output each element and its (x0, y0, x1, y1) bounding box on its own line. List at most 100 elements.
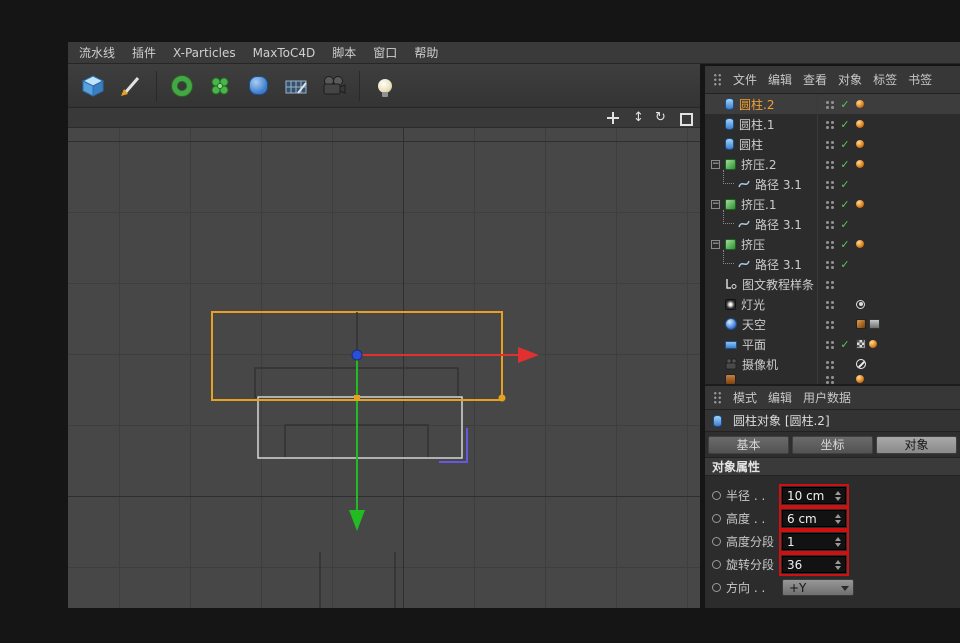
plane-grid-tool-button[interactable] (279, 68, 313, 104)
visibility-dots[interactable] (824, 199, 834, 209)
object-row-extrude-2[interactable]: − 挤压.2 (705, 154, 960, 174)
height-input[interactable]: 6 cm (782, 510, 846, 527)
sketch-pen-tool-button[interactable] (114, 68, 148, 104)
camera-tool-button[interactable] (317, 68, 351, 104)
protection-tag[interactable] (856, 359, 866, 369)
am-menu-userdata[interactable]: 用户数据 (803, 389, 851, 406)
visibility-dots[interactable] (824, 239, 834, 249)
object-row-light[interactable]: 灯光 (705, 294, 960, 314)
object-row-sky[interactable]: 天空 (705, 314, 960, 334)
material-tag[interactable] (856, 240, 864, 248)
array-tool-button[interactable] (203, 68, 237, 104)
enable-check[interactable] (839, 158, 851, 171)
om-menu-tags[interactable]: 标签 (873, 71, 897, 88)
enable-check[interactable] (839, 338, 851, 351)
object-row-path[interactable]: 路径 3.1 (705, 254, 960, 274)
keyframe-circle-icon[interactable] (712, 491, 721, 500)
material-tag[interactable] (869, 340, 877, 348)
checker-tag[interactable] (856, 339, 866, 349)
height-segments-input[interactable]: 1 (782, 533, 846, 550)
dolly-icon[interactable] (630, 111, 644, 125)
menu-window[interactable]: 窗口 (373, 44, 397, 61)
material-tag[interactable] (856, 140, 864, 148)
light-tool-button[interactable] (368, 68, 402, 104)
viewport-canvas[interactable] (68, 128, 700, 608)
keyframe-circle-icon[interactable] (712, 583, 721, 592)
object-row-extrude[interactable]: − 挤压 (705, 234, 960, 254)
om-menu-bookmarks[interactable]: 书签 (908, 71, 932, 88)
visibility-dots[interactable] (824, 179, 834, 189)
object-row-cylinder-2[interactable]: 圆柱.2 (705, 94, 960, 114)
object-row-camera[interactable]: 摄像机 (705, 354, 960, 374)
object-point-handle[interactable] (354, 395, 360, 401)
enable-check[interactable] (839, 118, 851, 131)
menu-pipeline[interactable]: 流水线 (79, 44, 115, 61)
tab-coordinates[interactable]: 坐标 (792, 436, 873, 454)
collapse-toggle[interactable]: − (711, 240, 720, 249)
visibility-dots[interactable] (824, 299, 834, 309)
gizmo-center-handle[interactable] (352, 350, 362, 360)
enable-check[interactable] (839, 198, 851, 211)
rotate-icon[interactable] (654, 111, 668, 125)
enable-check[interactable] (839, 138, 851, 151)
cube-tool-button[interactable] (76, 68, 110, 104)
axis-x-arrowhead[interactable] (518, 347, 539, 363)
material-tag[interactable] (856, 200, 864, 208)
material-tag[interactable] (856, 160, 864, 168)
visibility-dots[interactable] (824, 99, 834, 109)
visibility-dots[interactable] (824, 279, 834, 289)
menu-maxtoc4d[interactable]: MaxToC4D (253, 46, 316, 60)
panel-grip-icon[interactable] (713, 73, 722, 86)
menu-help[interactable]: 帮助 (414, 44, 438, 61)
object-row-extrude-1[interactable]: − 挤压.1 (705, 194, 960, 214)
enable-check[interactable] (839, 218, 851, 231)
om-menu-object[interactable]: 对象 (838, 71, 862, 88)
menu-plugins[interactable]: 插件 (132, 44, 156, 61)
object-row-path[interactable]: 路径 3.1 (705, 214, 960, 234)
compositing-tag[interactable] (856, 319, 866, 329)
stepper-arrows-icon[interactable] (835, 514, 843, 524)
pan-icon[interactable] (606, 111, 620, 125)
stepper-arrows-icon[interactable] (835, 560, 843, 570)
maximize-icon[interactable] (678, 111, 692, 125)
stepper-arrows-icon[interactable] (835, 491, 843, 501)
radius-input[interactable]: 10 cm (782, 487, 846, 504)
axis-y-arrowhead[interactable] (349, 510, 365, 531)
collapse-toggle[interactable]: − (711, 200, 720, 209)
keyframe-circle-icon[interactable] (712, 537, 721, 546)
visibility-dots[interactable] (824, 374, 834, 384)
am-menu-mode[interactable]: 模式 (733, 389, 757, 406)
visibility-dots[interactable] (824, 319, 834, 329)
texture-tag[interactable] (869, 319, 880, 329)
rotation-segments-input[interactable]: 36 (782, 556, 846, 573)
visibility-dots[interactable] (824, 139, 834, 149)
am-menu-edit[interactable]: 编辑 (768, 389, 792, 406)
visibility-dots[interactable] (824, 359, 834, 369)
object-row-path[interactable]: 路径 3.1 (705, 174, 960, 194)
enable-check[interactable] (839, 98, 851, 111)
material-tag[interactable] (856, 375, 864, 383)
tab-basic[interactable]: 基本 (708, 436, 789, 454)
visibility-dots[interactable] (824, 339, 834, 349)
enable-check[interactable] (839, 238, 851, 251)
panel-grip-icon[interactable] (713, 391, 722, 404)
extrude-corner-wire[interactable] (439, 428, 467, 462)
orientation-dropdown[interactable]: +Y (782, 579, 854, 596)
tab-object[interactable]: 对象 (876, 436, 957, 454)
object-row-clipped[interactable] (705, 374, 960, 384)
keyframe-circle-icon[interactable] (712, 560, 721, 569)
om-menu-edit[interactable]: 编辑 (768, 71, 792, 88)
target-tag[interactable] (856, 300, 865, 309)
object-row-plane[interactable]: 平面 (705, 334, 960, 354)
visibility-dots[interactable] (824, 259, 834, 269)
cylinder-wireframe-highlight[interactable] (258, 397, 462, 458)
object-corner-handle[interactable] (499, 395, 506, 402)
menu-script[interactable]: 脚本 (332, 44, 356, 61)
enable-check[interactable] (839, 258, 851, 271)
visibility-dots[interactable] (824, 159, 834, 169)
torus-tool-button[interactable] (165, 68, 199, 104)
visibility-dots[interactable] (824, 219, 834, 229)
visibility-dots[interactable] (824, 119, 834, 129)
metaball-tool-button[interactable] (241, 68, 275, 104)
object-row-tutorial-spline[interactable]: 图文教程样条 (705, 274, 960, 294)
